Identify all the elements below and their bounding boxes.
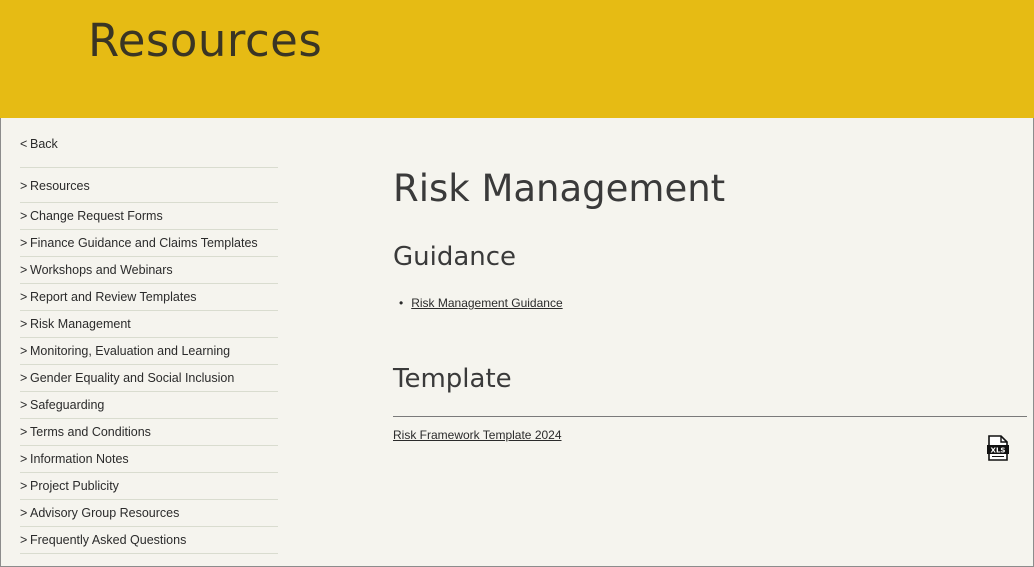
sidebar-link-gender-equality[interactable]: > Gender Equality and Social Inclusion	[20, 371, 234, 385]
chevron-right-icon: >	[20, 371, 28, 385]
sidebar-item-label: Resources	[30, 179, 90, 193]
chevron-right-icon: >	[20, 425, 28, 439]
template-divider	[393, 416, 1027, 417]
xls-file-icon[interactable]: XLS	[987, 435, 1009, 461]
sidebar-link-information-notes[interactable]: > Information Notes	[20, 452, 129, 466]
template-heading: Template	[393, 364, 512, 394]
sidebar-item-label: Report and Review Templates	[30, 290, 197, 304]
site-banner: Resources	[0, 0, 1034, 118]
chevron-right-icon: >	[20, 236, 28, 250]
sidebar-nav: < Back > Resources > Change Request Forms >…	[20, 128, 278, 554]
sidebar-item-label: Frequently Asked Questions	[30, 533, 187, 547]
sidebar-item-faq: > Frequently Asked Questions	[20, 527, 278, 554]
sidebar-item-information-notes: > Information Notes	[20, 446, 278, 473]
sidebar-item-resources: > Resources	[20, 168, 278, 203]
risk-framework-template-link[interactable]: Risk Framework Template 2024	[393, 428, 562, 442]
sidebar-link-risk-management[interactable]: > Risk Management	[20, 317, 131, 331]
sidebar-item-label: Terms and Conditions	[30, 425, 151, 439]
back-link-label: Back	[30, 137, 58, 151]
sidebar-item-label: Information Notes	[30, 452, 129, 466]
sidebar-item-finance-guidance: > Finance Guidance and Claims Templates	[20, 230, 278, 257]
sidebar-item-label: Monitoring, Evaluation and Learning	[30, 344, 231, 358]
chevron-right-icon: >	[20, 290, 28, 304]
back-link[interactable]: < Back	[20, 128, 278, 168]
sidebar-link-finance-guidance[interactable]: > Finance Guidance and Claims Templates	[20, 236, 258, 250]
template-file-row: Risk Framework Template 2024 XLS	[393, 428, 1027, 468]
chevron-right-icon: >	[20, 179, 28, 193]
sidebar-item-project-publicity: > Project Publicity	[20, 473, 278, 500]
sidebar-item-label: Finance Guidance and Claims Templates	[30, 236, 258, 250]
sidebar-link-safeguarding[interactable]: > Safeguarding	[20, 398, 104, 412]
guidance-list: Risk Management Guidance	[393, 296, 562, 310]
sidebar-link-report-templates[interactable]: > Report and Review Templates	[20, 290, 197, 304]
sidebar-item-monitoring: > Monitoring, Evaluation and Learning	[20, 338, 278, 365]
sidebar-link-resources[interactable]: > Resources	[20, 179, 90, 193]
sidebar-item-gender-equality: > Gender Equality and Social Inclusion	[20, 365, 278, 392]
sidebar-link-project-publicity[interactable]: > Project Publicity	[20, 479, 119, 493]
sidebar-item-terms: > Terms and Conditions	[20, 419, 278, 446]
sidebar-item-change-request-forms: > Change Request Forms	[20, 203, 278, 230]
sidebar-item-workshops: > Workshops and Webinars	[20, 257, 278, 284]
chevron-right-icon: >	[20, 506, 28, 520]
sidebar-item-advisory-group: > Advisory Group Resources	[20, 500, 278, 527]
sidebar-item-label: Risk Management	[30, 317, 131, 331]
chevron-right-icon: >	[20, 452, 28, 466]
sidebar-link-monitoring[interactable]: > Monitoring, Evaluation and Learning	[20, 344, 230, 358]
chevron-left-icon: <	[20, 137, 28, 151]
chevron-right-icon: >	[20, 344, 28, 358]
sidebar-item-label: Project Publicity	[30, 479, 119, 493]
sidebar-link-terms[interactable]: > Terms and Conditions	[20, 425, 151, 439]
chevron-right-icon: >	[20, 398, 28, 412]
sidebar-item-label: Change Request Forms	[30, 209, 163, 223]
sidebar-link-faq[interactable]: > Frequently Asked Questions	[20, 533, 186, 547]
sidebar-list: > Resources > Change Request Forms > Financ…	[20, 168, 278, 554]
sidebar-item-label: Gender Equality and Social Inclusion	[30, 371, 235, 385]
chevron-right-icon: >	[20, 479, 28, 493]
list-item: Risk Management Guidance	[393, 296, 562, 310]
sidebar-item-label: Safeguarding	[30, 398, 105, 412]
guidance-heading: Guidance	[393, 242, 517, 272]
sidebar-link-advisory-group[interactable]: > Advisory Group Resources	[20, 506, 179, 520]
chevron-right-icon: >	[20, 317, 28, 331]
page-title: Risk Management	[393, 167, 726, 210]
chevron-right-icon: >	[20, 209, 28, 223]
sidebar-item-safeguarding: > Safeguarding	[20, 392, 278, 419]
sidebar-link-change-request-forms[interactable]: > Change Request Forms	[20, 209, 163, 223]
banner-title: Resources	[88, 14, 323, 67]
sidebar-item-risk-management: > Risk Management	[20, 311, 278, 338]
xls-icon-text: XLS	[991, 447, 1006, 455]
chevron-right-icon: >	[20, 533, 28, 547]
sidebar-item-label: Advisory Group Resources	[30, 506, 180, 520]
sidebar-item-report-templates: > Report and Review Templates	[20, 284, 278, 311]
risk-management-guidance-link[interactable]: Risk Management Guidance	[411, 296, 562, 310]
chevron-right-icon: >	[20, 263, 28, 277]
sidebar-link-workshops[interactable]: > Workshops and Webinars	[20, 263, 173, 277]
sidebar-item-label: Workshops and Webinars	[30, 263, 173, 277]
